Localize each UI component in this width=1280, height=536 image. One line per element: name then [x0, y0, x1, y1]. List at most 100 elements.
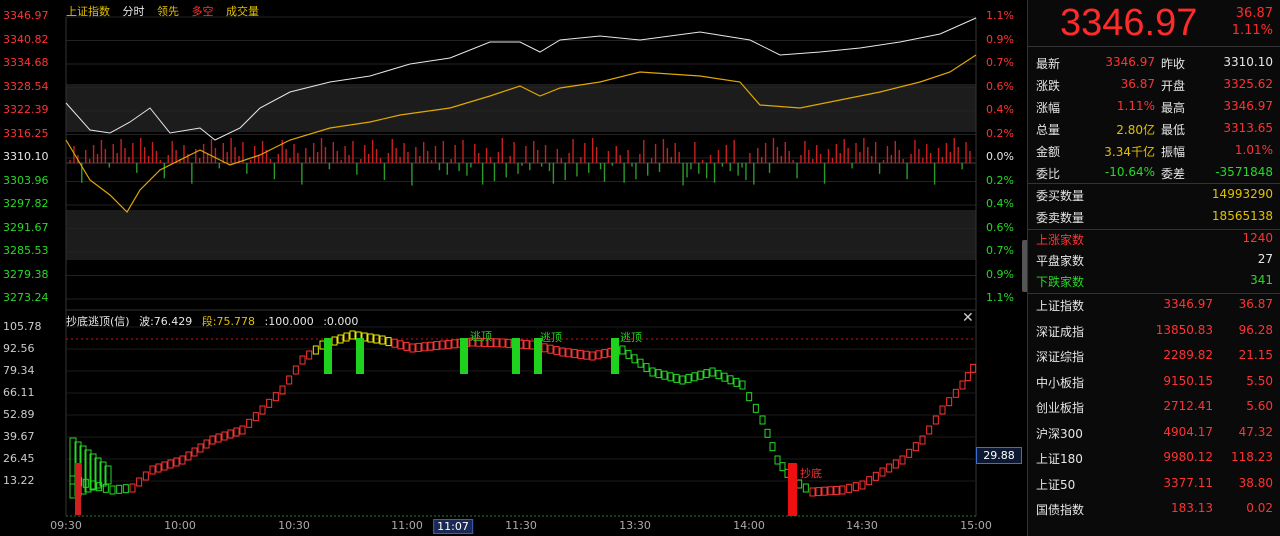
time-tick-label: 13:30 — [619, 519, 651, 532]
indicator-candle — [752, 403, 759, 413]
price-band — [66, 84, 976, 132]
indicator-candle — [203, 439, 210, 449]
indicator-candle — [136, 477, 143, 487]
percent-tick-label: 0.7% — [986, 56, 1014, 69]
indicator-candle — [589, 351, 596, 361]
quote-row: 金额 3.34千亿 振幅 1.01% — [1028, 143, 1280, 164]
indicator-tick-label: 26.45 — [3, 452, 35, 465]
breadth-label: 上涨家数 — [1036, 233, 1085, 247]
quote-value: 3346.97 — [1105, 55, 1155, 69]
quote-label: 最低 — [1161, 123, 1186, 137]
indicator-candle — [272, 392, 279, 402]
quote-value: 1.11% — [1116, 99, 1155, 113]
indicator-candle — [299, 355, 306, 365]
price-tick-label: 3303.96 — [3, 173, 49, 187]
indicator-candle — [637, 358, 644, 368]
quote-row: 最新 3346.97 昨收 3310.10 — [1028, 55, 1280, 76]
volume-label[interactable]: 成交量 — [226, 5, 259, 18]
quote-label: 委比 — [1036, 167, 1061, 181]
indicator-candle — [691, 372, 698, 382]
index-name: 国债指数 — [1036, 503, 1085, 517]
index-name: 沪深300 — [1036, 426, 1083, 441]
price-tick-label: 3346.97 — [3, 9, 49, 22]
index-name: 创业板指 — [1036, 401, 1085, 415]
indicator-candle — [439, 340, 446, 350]
indicator-candle — [109, 485, 116, 495]
indicator-candle — [779, 462, 786, 472]
indicator-title[interactable]: 抄底逃顶(信) — [66, 315, 130, 328]
bottom-signal-bar — [788, 463, 797, 516]
indicator-candle — [116, 484, 123, 494]
indicator-candle — [565, 348, 572, 358]
index-change: 36.87 — [1238, 297, 1273, 311]
indicator-candle — [764, 428, 771, 438]
indicator-candle — [631, 354, 638, 364]
indicator-candle — [292, 365, 299, 375]
indicator-candle — [191, 447, 198, 457]
indicator-candle — [367, 333, 374, 343]
percent-tick-label: 0.2% — [986, 126, 1014, 140]
indicator-candle — [266, 398, 273, 408]
time-tick-label: 14:30 — [846, 519, 878, 532]
indicator-candle — [343, 332, 350, 342]
indicator-candle — [553, 346, 560, 356]
order-row: 委买数量 14993290 — [1028, 187, 1280, 208]
price-tick-label: 3316.25 — [3, 126, 49, 140]
index-change: 38.80 — [1238, 475, 1273, 490]
indicator-candle — [433, 341, 440, 351]
indicator-candle — [259, 405, 266, 415]
lead-line-label[interactable]: 领先 — [157, 5, 179, 18]
time-tick-label: 10:30 — [278, 519, 310, 532]
quote-value: 3.34千亿 — [1104, 145, 1155, 159]
indicator-tick-label: 105.78 — [3, 320, 42, 333]
divider — [1028, 293, 1280, 294]
indicator-candle — [379, 335, 386, 345]
indicator-candle — [577, 349, 584, 359]
indicator-candle — [349, 330, 356, 340]
price-tick-label: 3279.38 — [3, 267, 49, 281]
index-value: 2289.82 — [1163, 348, 1213, 362]
indicator-current-value: 29.88 — [976, 447, 1022, 464]
indicator-candle — [833, 485, 840, 495]
quote-value: 1.01% — [1234, 143, 1273, 157]
intraday-chart-panel[interactable]: 逃顶 逃顶 逃顶 抄底 上证指数 分时 领先 多空 成交量 抄底逃顶(信) 波:76.… — [0, 0, 1027, 536]
chart-header: 上证指数 分时 领先 多空 成交量 — [66, 3, 268, 19]
indicator-candle — [601, 349, 608, 359]
indicator-candle — [215, 433, 222, 443]
indicator-candle — [149, 465, 156, 475]
indicator-candle — [959, 380, 966, 390]
indicator-candle — [809, 487, 816, 497]
indicator-candle — [721, 372, 728, 382]
indicator-candle — [312, 345, 319, 355]
close-icon[interactable]: ✕ — [962, 310, 974, 326]
index-row: 上证50 3377.11 38.80 — [1028, 476, 1280, 497]
breadth-value: 341 — [1250, 273, 1273, 287]
intraday-chart-canvas[interactable]: 逃顶 逃顶 逃顶抄底 — [0, 0, 1027, 536]
top-signal-bar — [356, 338, 364, 374]
indicator-candle — [583, 350, 590, 360]
indicator-candle — [769, 442, 776, 452]
indicator-v3-value: :100.000 — [264, 315, 314, 328]
price-tick-label: 3285.53 — [3, 244, 49, 257]
mode-label[interactable]: 分时 — [123, 5, 145, 18]
time-tick-label: 09:30 — [50, 519, 82, 532]
index-name: 上证180 — [1036, 452, 1083, 466]
index-row: 深证成指 13850.83 96.28 — [1028, 323, 1280, 344]
indicator-candle — [802, 483, 809, 493]
index-row: 上证180 9980.12 118.23 — [1028, 450, 1280, 471]
indicator-candle — [727, 375, 734, 385]
indicator-candle — [246, 418, 253, 428]
indicator-header: 抄底逃顶(信) 波:76.429 段:75.778 :100.000 :0.00… — [66, 313, 364, 329]
quote-value: 3313.65 — [1223, 121, 1273, 135]
breadth-row: 平盘家数 27 — [1028, 252, 1280, 273]
top-signal-label: 逃顶 — [540, 331, 562, 344]
top-signal-bar — [460, 338, 468, 374]
indicator-segment-value: 段:75.778 — [201, 315, 255, 328]
time-cursor-label: 11:07 — [433, 519, 473, 534]
indicator-candle — [899, 455, 906, 465]
price-change-pct: 1.11% — [1231, 23, 1273, 38]
longshort-label[interactable]: 多空 — [192, 5, 214, 18]
quote-label: 委差 — [1161, 167, 1186, 181]
indicator-tick-label: 92.56 — [3, 342, 35, 355]
indicator-candle — [167, 459, 174, 469]
